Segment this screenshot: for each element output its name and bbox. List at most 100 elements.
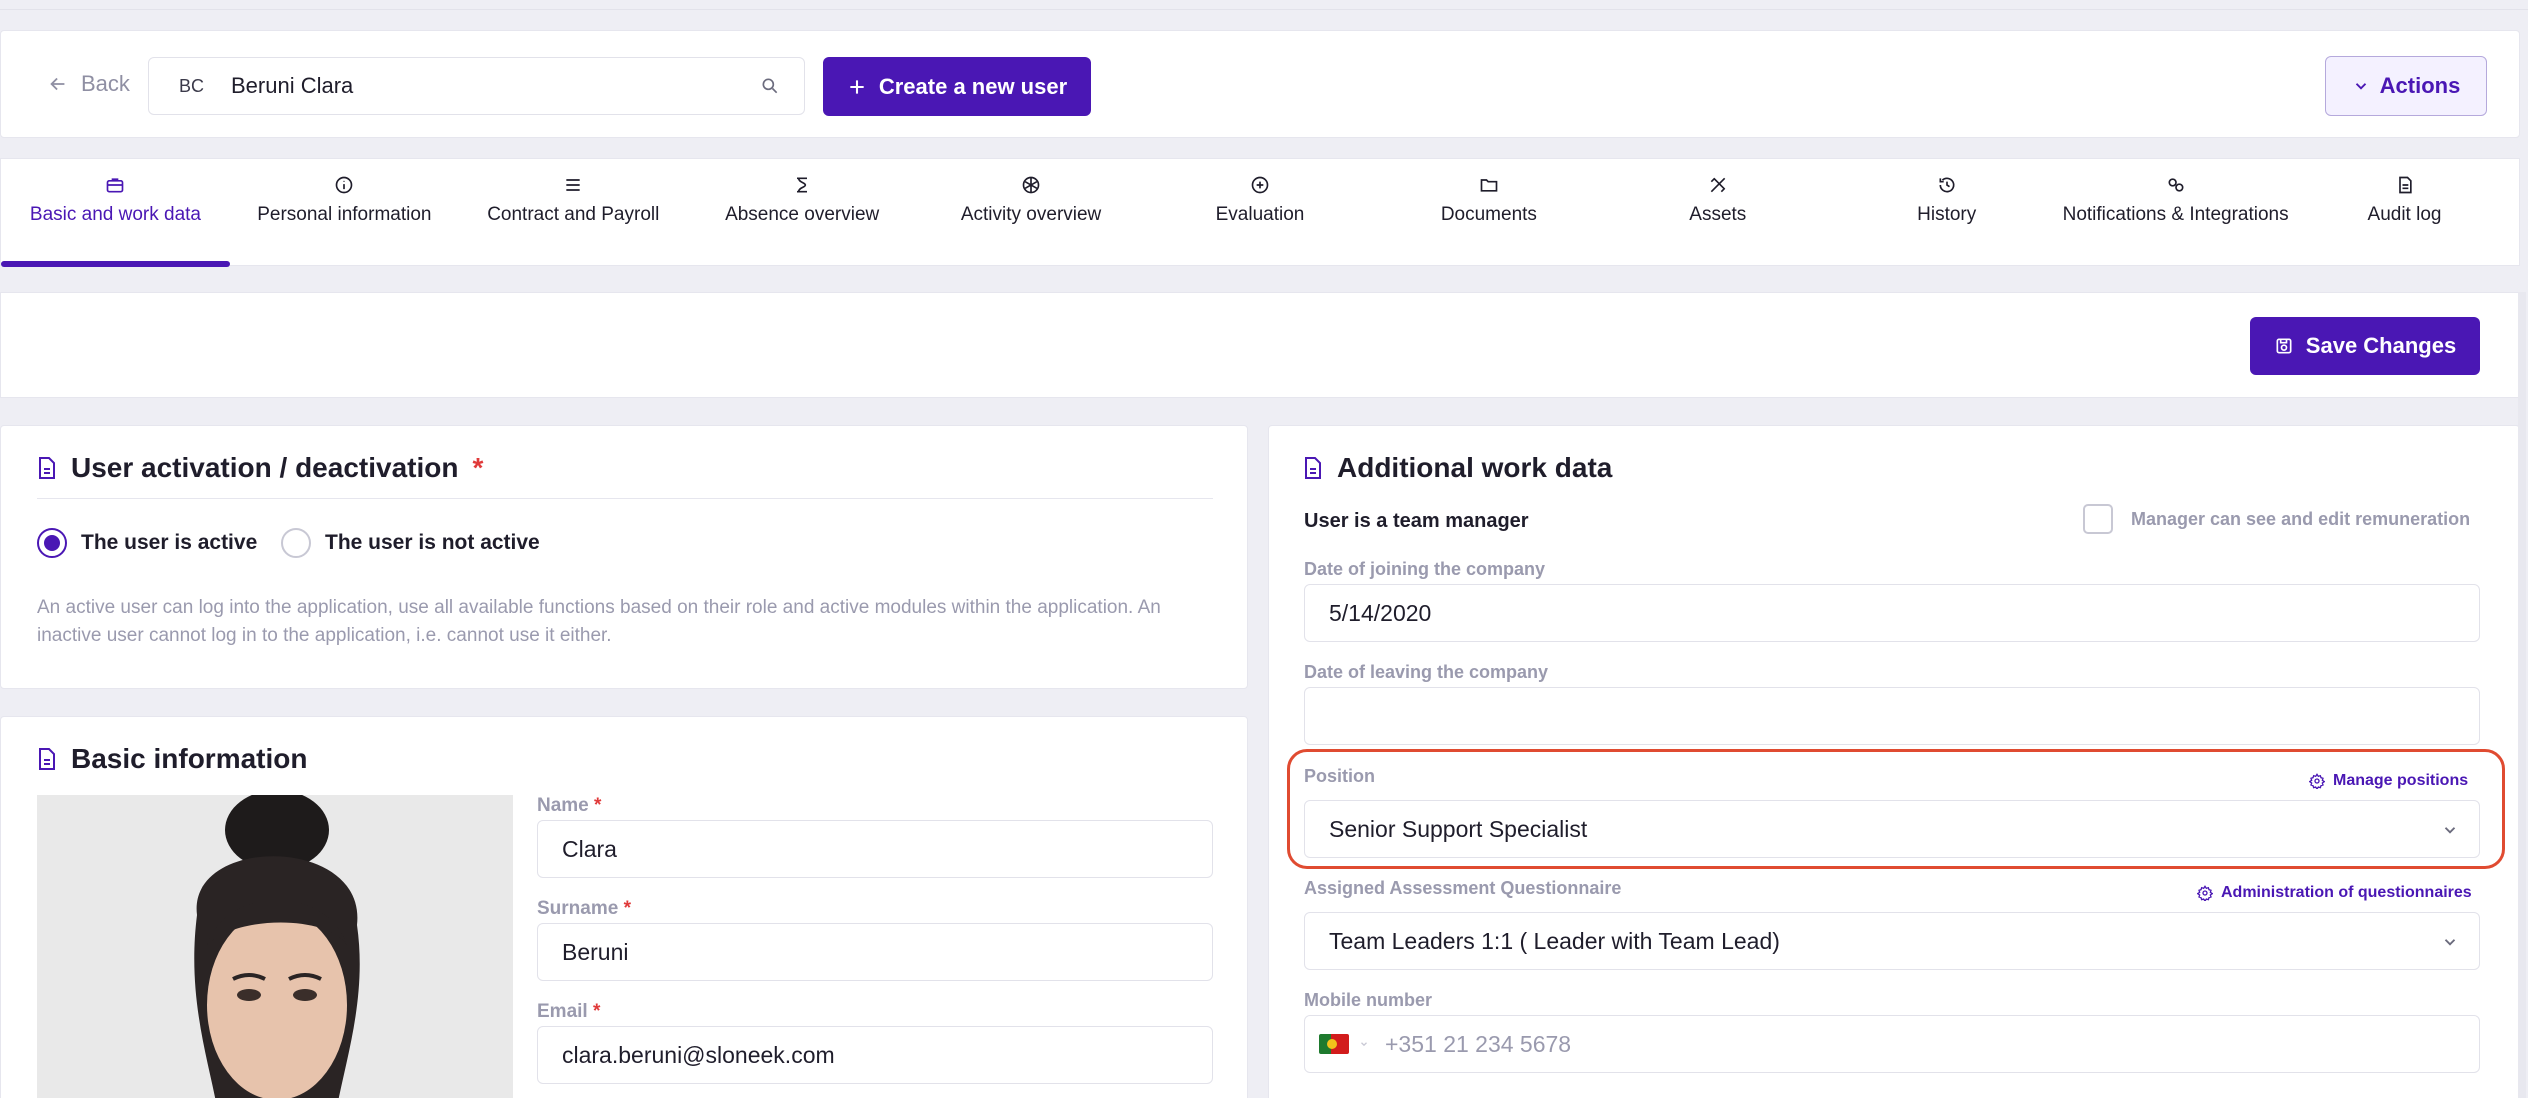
divider [37, 498, 1213, 499]
tab-assets[interactable]: Assets [1603, 159, 1832, 265]
joining-date-field[interactable]: 5/14/2020 [1304, 584, 2480, 642]
activation-title-text: User activation / deactivation [71, 452, 459, 483]
basic-info-title-text: Basic information [71, 743, 308, 774]
tab-history[interactable]: History [1832, 159, 2061, 265]
questionnaire-admin-label: Administration of questionnaires [2221, 884, 2472, 901]
name-field[interactable]: Clara [537, 820, 1213, 878]
arrow-left-icon [50, 77, 65, 91]
position-label: Position [1304, 766, 1375, 786]
tab-label: Notifications & Integrations [2062, 204, 2289, 225]
audit-icon [2398, 176, 2412, 194]
manage-positions-label: Manage positions [2333, 772, 2469, 789]
save-changes-label: Save Changes [2305, 333, 2457, 358]
tab-label: Basic and work data [29, 204, 201, 225]
user-profile-photo[interactable] [37, 795, 513, 1098]
assets-icon [1710, 177, 1726, 193]
required-mark: * [594, 795, 602, 816]
top-strip [0, 0, 2528, 10]
document-icon [1305, 457, 1321, 479]
leaving-date-label: Date of leaving the company [1304, 662, 1549, 682]
tab-label: Personal information [257, 204, 432, 225]
activity-icon [1022, 176, 1040, 194]
additional-work-title-text: Additional work data [1337, 452, 1613, 483]
tab-basic-work-data[interactable]: Basic and work data [1, 159, 230, 267]
tab-label: Evaluation [1215, 204, 1305, 225]
create-user-label: Create a new user [878, 73, 1068, 99]
portugal-flag-icon[interactable] [1319, 1034, 1349, 1054]
create-user-button[interactable]: Create a new user [823, 57, 1091, 116]
list-icon [566, 179, 580, 191]
search-icon[interactable] [760, 76, 780, 96]
radio-user-active[interactable]: The user is active [37, 528, 257, 558]
surname-label: Surname * [537, 898, 631, 920]
basic-info-title: Basic information [37, 743, 307, 775]
basic-information-card: Basic information Name * Clara Surname *… [0, 716, 1248, 1098]
checkbox-label: Manager can see and edit remuneration [2131, 508, 2471, 529]
name-label: Name * [537, 795, 601, 817]
questionnaire-admin-link[interactable]: Administration of questionnaires [2197, 884, 2472, 902]
team-manager-label: User is a team manager [1304, 510, 1529, 532]
tab-personal-information[interactable]: Personal information [230, 159, 459, 265]
checkbox-box[interactable] [2083, 504, 2113, 534]
tab-activity-overview[interactable]: Activity overview [917, 159, 1146, 265]
activation-title: User activation / deactivation * [37, 452, 483, 484]
tab-audit-log[interactable]: Audit log [2290, 159, 2519, 265]
back-label: Back [81, 71, 130, 96]
tab-documents[interactable]: Documents [1374, 159, 1603, 265]
tab-label: Activity overview [960, 204, 1102, 225]
chevron-down-icon [2444, 827, 2456, 834]
mobile-label: Mobile number [1304, 990, 1433, 1010]
required-mark: * [592, 1001, 601, 1022]
gear-icon [2309, 773, 2325, 789]
save-changes-button[interactable]: Save Changes [2250, 317, 2480, 375]
joining-date-label: Date of joining the company [1304, 559, 1546, 579]
leaving-date-field[interactable] [1304, 687, 2480, 745]
absence-icon [797, 177, 808, 193]
history-icon [1939, 177, 1955, 193]
back-button[interactable]: Back [47, 71, 130, 97]
tab-evaluation[interactable]: Evaluation [1146, 159, 1375, 265]
tab-label: Assets [1689, 204, 1747, 225]
name-label-text: Name [537, 795, 589, 816]
selected-user-name: Beruni Clara [231, 73, 354, 98]
additional-work-data-card: Additional work data User is a team mana… [1268, 425, 2520, 1098]
position-select[interactable]: Senior Support Specialist [1304, 800, 2480, 858]
radio-label: The user is not active [325, 531, 540, 554]
save-bar: Save Changes [0, 292, 2520, 398]
manage-positions-link[interactable]: Manage positions [2309, 772, 2468, 790]
questionnaire-select[interactable]: Team Leaders 1:1 ( Leader with Team Lead… [1304, 912, 2480, 970]
questionnaire-label: Assigned Assessment Questionnaire [1304, 878, 1622, 898]
plus-icon [850, 79, 864, 94]
save-icon [2276, 338, 2292, 354]
folder-icon [1480, 179, 1498, 192]
profile-tabs: Basic and work data Personal information… [0, 158, 2520, 267]
tab-label: Absence overview [725, 204, 880, 225]
tab-notifications-integrations[interactable]: Notifications & Integrations [2061, 159, 2290, 265]
tab-absence-overview[interactable]: Absence overview [688, 159, 917, 265]
mobile-placeholder: +351 21 234 5678 [1385, 1030, 1572, 1057]
radio-user-inactive[interactable]: The user is not active [281, 528, 540, 558]
page-scrollbar[interactable] [2518, 292, 2526, 1098]
mobile-field[interactable]: +351 21 234 5678 [1304, 1015, 2480, 1073]
surname-field[interactable]: Beruni [537, 923, 1213, 981]
user-search-input[interactable]: BC Beruni Clara [148, 57, 805, 115]
radio-unchecked-indicator [281, 528, 311, 558]
surname-label-text: Surname [537, 898, 619, 919]
actions-dropdown-button[interactable]: Actions [2325, 56, 2487, 116]
tab-contract-payroll[interactable]: Contract and Payroll [459, 159, 688, 265]
tab-label: History [1917, 204, 1977, 225]
manager-remuneration-checkbox[interactable]: Manager can see and edit remuneration [2083, 504, 2470, 534]
briefcase-icon [107, 178, 124, 193]
email-field[interactable]: clara.beruni@sloneek.com [537, 1026, 1213, 1084]
required-mark: * [623, 898, 631, 919]
user-header-bar: Back BC Beruni Clara Create a new user A… [0, 30, 2520, 138]
document-icon [39, 748, 55, 770]
document-icon [39, 457, 55, 479]
required-mark: * [472, 452, 484, 483]
notifications-icon [2168, 178, 2184, 192]
tab-label: Documents [1440, 204, 1537, 225]
gear-icon [2197, 885, 2213, 901]
questionnaire-selected-value: Team Leaders 1:1 ( Leader with Team Lead… [1329, 927, 1780, 954]
tab-label: Contract and Payroll [487, 204, 660, 225]
activation-help-text: An active user can log into the applicat… [37, 597, 1161, 646]
